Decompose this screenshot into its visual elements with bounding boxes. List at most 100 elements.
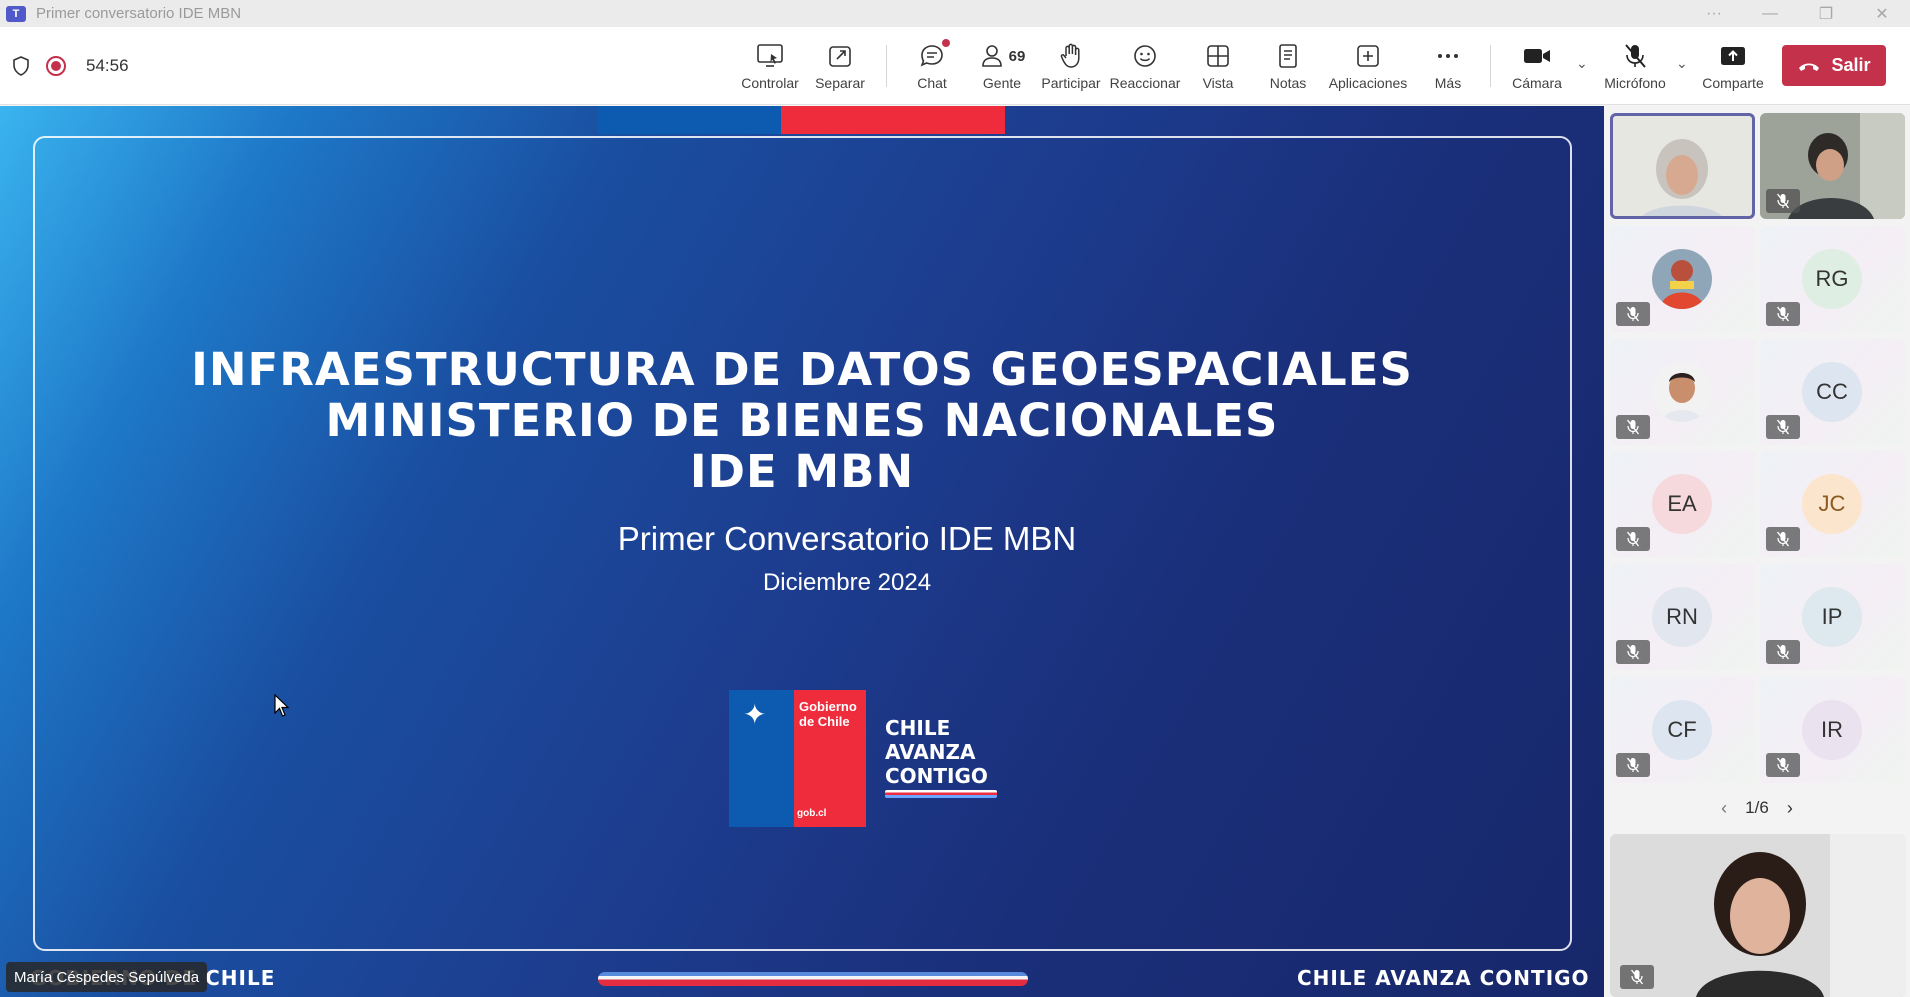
participant-tile[interactable]: IP bbox=[1760, 564, 1905, 670]
leave-label: Salir bbox=[1831, 55, 1871, 75]
raise-hand-icon bbox=[1060, 43, 1080, 68]
slogan-line-2: AVANZA bbox=[885, 740, 976, 764]
participant-tile[interactable]: CC bbox=[1760, 339, 1905, 445]
self-video-feed bbox=[1610, 834, 1906, 997]
window-title: Primer conversatorio IDE MBN bbox=[36, 5, 242, 22]
participant-tile[interactable] bbox=[1610, 339, 1755, 445]
participant-tile[interactable]: IR bbox=[1760, 677, 1905, 783]
share-button[interactable]: Comparte bbox=[1700, 27, 1766, 105]
teams-app-icon: T bbox=[6, 5, 26, 22]
notes-icon bbox=[1279, 44, 1297, 68]
previous-page-chevron-icon[interactable]: ‹ bbox=[1721, 798, 1727, 819]
mic-muted-icon bbox=[1766, 415, 1800, 439]
next-page-chevron-icon[interactable]: › bbox=[1787, 798, 1793, 819]
slide-footer-stripe bbox=[598, 972, 1028, 986]
presentation-slide: INFRAESTRUCTURA DE DATOS GEOESPACIALES M… bbox=[0, 106, 1604, 997]
notes-button[interactable]: Notas bbox=[1260, 27, 1316, 105]
mic-off-icon bbox=[1625, 44, 1646, 68]
slide-title-line-2: MINISTERIO DE BIENES NACIONALES bbox=[325, 394, 1279, 447]
notes-label: Notas bbox=[1269, 75, 1307, 91]
mic-muted-icon bbox=[1616, 415, 1650, 439]
more-button[interactable]: Más bbox=[1420, 27, 1476, 105]
avatar bbox=[1652, 249, 1712, 309]
shared-content-stage: INFRAESTRUCTURA DE DATOS GEOESPACIALES M… bbox=[0, 106, 1604, 997]
participant-tile[interactable]: RN bbox=[1610, 564, 1755, 670]
avatar-initials: IR bbox=[1802, 700, 1862, 760]
people-button[interactable]: 69 Gente bbox=[970, 27, 1034, 105]
slogan-stripe bbox=[885, 790, 997, 798]
gallery-pager: ‹ 1/6 › bbox=[1604, 796, 1910, 820]
avatar-initials: EA bbox=[1652, 474, 1712, 534]
mic-muted-icon bbox=[1620, 965, 1654, 989]
close-button[interactable]: ✕ bbox=[1854, 4, 1910, 24]
share-icon bbox=[1721, 47, 1745, 65]
meeting-timer: 54:56 bbox=[86, 56, 129, 75]
self-view-video[interactable] bbox=[1610, 834, 1906, 997]
mouse-cursor-icon bbox=[274, 694, 290, 717]
shield-icon[interactable] bbox=[12, 56, 30, 76]
mic-muted-icon bbox=[1616, 527, 1650, 551]
more-icon bbox=[1438, 54, 1458, 58]
control-button[interactable]: Controlar bbox=[738, 27, 802, 105]
hang-up-icon bbox=[1799, 63, 1820, 71]
slide-title-line-3: IDE MBN bbox=[689, 445, 915, 498]
react-button[interactable]: Reaccionar bbox=[1108, 27, 1182, 105]
apps-label: Aplicaciones bbox=[1328, 75, 1408, 91]
camera-icon bbox=[1524, 49, 1550, 63]
chat-button[interactable]: Chat bbox=[900, 27, 964, 105]
apps-button[interactable]: Aplicaciones bbox=[1326, 27, 1410, 105]
pop-out-icon bbox=[829, 46, 851, 67]
avatar-initials: CF bbox=[1652, 700, 1712, 760]
microphone-button[interactable]: Micrófono bbox=[1600, 27, 1670, 105]
more-options-icon[interactable]: ··· bbox=[1686, 5, 1742, 23]
share-label: Comparte bbox=[1702, 75, 1764, 91]
camera-options-chevron-icon[interactable]: ⌄ bbox=[1576, 55, 1588, 72]
people-count: 69 bbox=[1008, 47, 1026, 65]
participant-tile[interactable]: JC bbox=[1760, 451, 1905, 557]
raise-hand-button[interactable]: Participar bbox=[1040, 27, 1102, 105]
view-button[interactable]: Vista bbox=[1190, 27, 1246, 105]
participant-tile[interactable]: EA bbox=[1610, 451, 1755, 557]
pop-out-button[interactable]: Separar bbox=[808, 27, 872, 105]
mic-options-chevron-icon[interactable]: ⌄ bbox=[1676, 55, 1688, 72]
mic-muted-icon bbox=[1766, 527, 1800, 551]
toolbar-divider bbox=[886, 45, 887, 87]
meeting-toolbar: 54:56 Controlar Separar Chat 69 Gente Pa… bbox=[0, 27, 1910, 105]
meeting-info: 54:56 bbox=[12, 27, 129, 105]
microphone-label: Micrófono bbox=[1604, 75, 1666, 91]
minimize-button[interactable]: — bbox=[1742, 5, 1798, 23]
slide-top-blue-bar bbox=[598, 106, 781, 134]
react-label: Reaccionar bbox=[1109, 75, 1181, 91]
coat-of-arms-icon: ✦ bbox=[743, 699, 767, 730]
mic-muted-icon bbox=[1766, 189, 1800, 213]
mic-muted-icon bbox=[1616, 640, 1650, 664]
participant-tile[interactable]: CF bbox=[1610, 677, 1755, 783]
people-icon bbox=[981, 45, 1002, 67]
page-indicator: 1/6 bbox=[1745, 798, 1769, 817]
grid-view-icon bbox=[1207, 45, 1229, 67]
participant-tile[interactable]: RG bbox=[1760, 226, 1905, 332]
slide-subtitle: Primer Conversatorio IDE MBN bbox=[617, 520, 1077, 557]
participant-tile-video[interactable] bbox=[1610, 113, 1755, 219]
avatar bbox=[1652, 362, 1712, 422]
slogan-line-3: CONTIGO bbox=[885, 764, 988, 788]
avatar-initials: RN bbox=[1652, 587, 1712, 647]
slide-footer-right: CHILE AVANZA CONTIGO bbox=[1297, 966, 1590, 990]
participant-tile-video[interactable] bbox=[1760, 113, 1905, 219]
logo-text-line-2: de Chile bbox=[799, 714, 850, 729]
people-label: Gente bbox=[982, 75, 1022, 91]
smiley-icon bbox=[1134, 45, 1156, 67]
avatar-initials: JC bbox=[1802, 474, 1862, 534]
presenter-name-label: María Céspedes Sepúlveda bbox=[6, 962, 208, 992]
camera-button[interactable]: Cámara bbox=[1506, 27, 1568, 105]
maximize-button[interactable]: ❐ bbox=[1798, 4, 1854, 24]
slide-date: Diciembre 2024 bbox=[762, 569, 932, 596]
recording-icon bbox=[46, 56, 66, 76]
avatar-initials: CC bbox=[1802, 362, 1862, 422]
slogan-line-1: CHILE bbox=[885, 716, 951, 740]
add-apps-icon bbox=[1357, 45, 1379, 67]
participant-tile[interactable] bbox=[1610, 226, 1755, 332]
more-label: Más bbox=[1434, 75, 1462, 91]
leave-button[interactable]: Salir bbox=[1782, 45, 1886, 86]
slogan-block: CHILE AVANZA CONTIGO bbox=[885, 716, 988, 788]
